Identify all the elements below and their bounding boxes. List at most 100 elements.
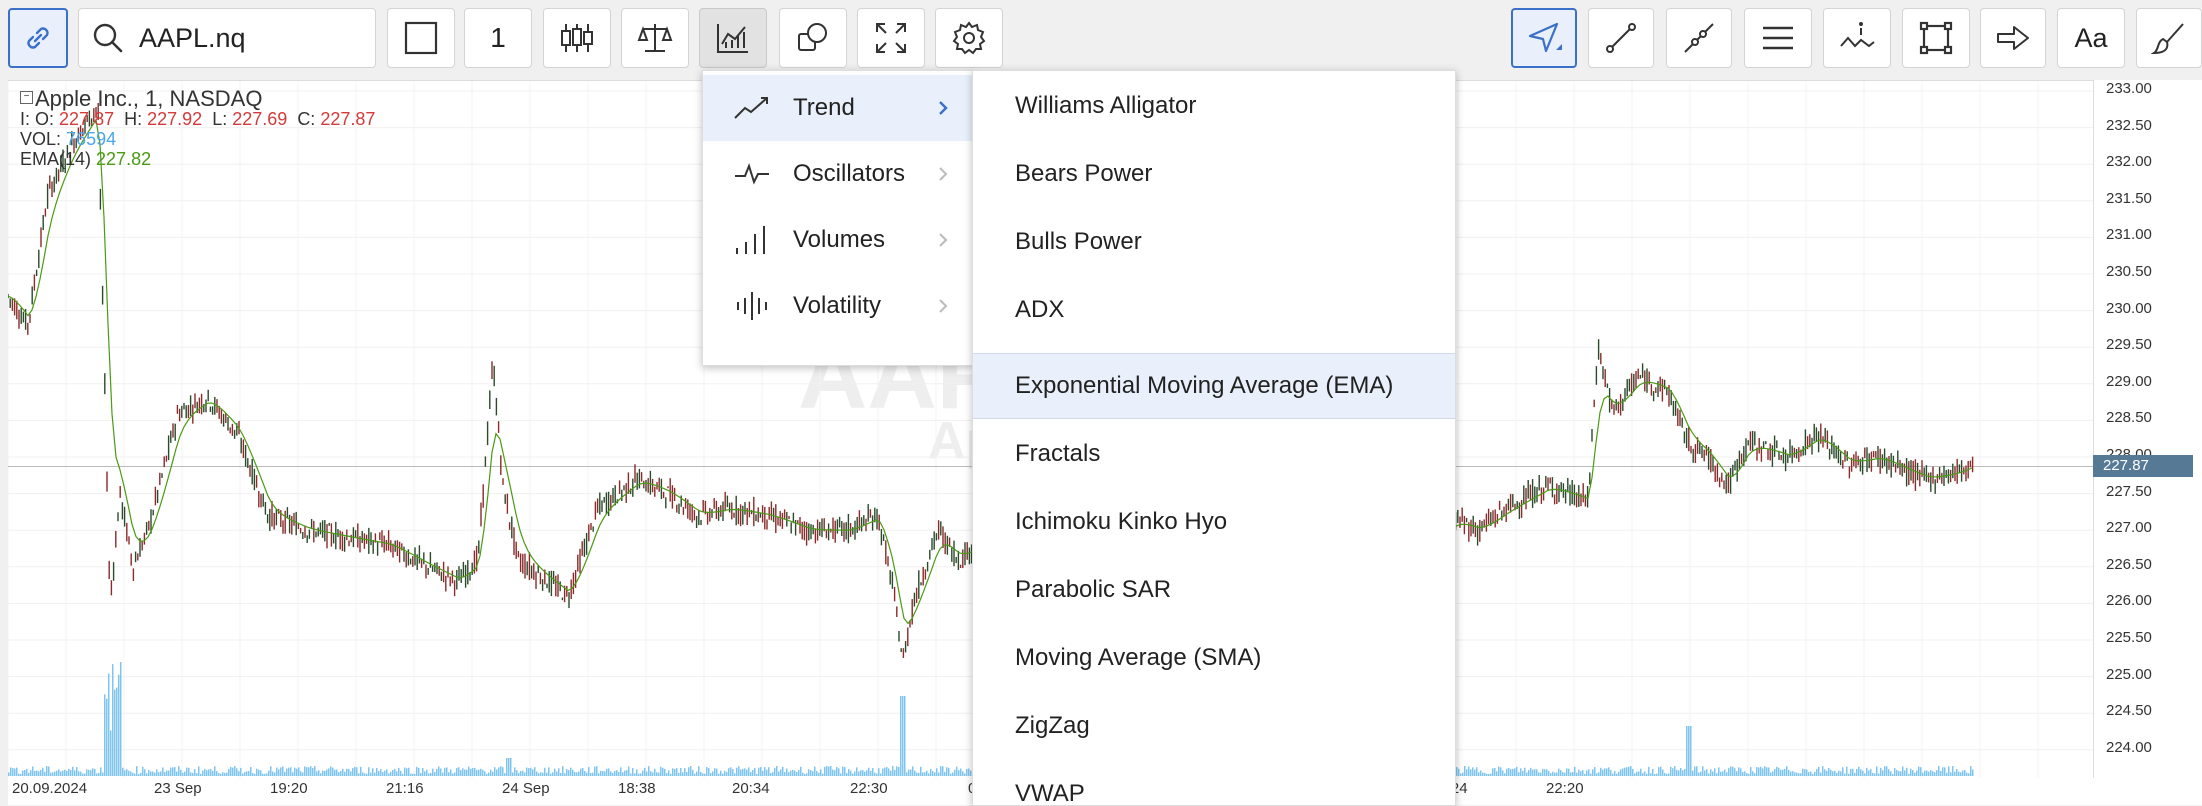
ema-label: EMA(14) bbox=[20, 149, 92, 169]
text-tool-button[interactable]: Aa bbox=[2057, 8, 2125, 68]
menu-item-williams-alligator[interactable]: Williams Alligator bbox=[973, 73, 1455, 139]
legend-collapse-button[interactable]: − bbox=[20, 91, 33, 104]
menu-category-trend[interactable]: Trend bbox=[703, 75, 973, 141]
time-tick: 21:16 bbox=[386, 780, 424, 797]
menu-item-ichimoku[interactable]: Ichimoku Kinko Hyo bbox=[973, 489, 1455, 555]
volume-bar bbox=[150, 771, 152, 776]
volume-bar bbox=[152, 771, 154, 776]
volume-icon bbox=[736, 226, 765, 254]
volume-bar bbox=[568, 770, 570, 776]
volume-bar bbox=[292, 772, 294, 776]
last-price-tag: 227.87 bbox=[2093, 454, 2193, 477]
candlestick-icon bbox=[561, 24, 593, 52]
volume-bar bbox=[820, 769, 822, 776]
volume-bar bbox=[1544, 769, 1546, 776]
menu-item-parabolic-sar[interactable]: Parabolic SAR bbox=[973, 557, 1455, 623]
volume-bar bbox=[1592, 769, 1594, 776]
volume-bar bbox=[518, 772, 520, 776]
volume-bar bbox=[586, 772, 588, 776]
volume-bar bbox=[1796, 772, 1798, 776]
price-tick: 233.00 bbox=[2106, 80, 2152, 97]
volume-bar bbox=[126, 769, 128, 776]
menu-category-volumes[interactable]: Volumes bbox=[703, 207, 973, 273]
menu-item-ema[interactable]: Exponential Moving Average (EMA) bbox=[973, 353, 1455, 419]
volume-bar bbox=[606, 768, 608, 776]
menu-category-oscillators[interactable]: Oscillators bbox=[703, 141, 973, 207]
volume-bar bbox=[1568, 768, 1570, 776]
volume-bar bbox=[56, 770, 58, 776]
shapes-button[interactable] bbox=[779, 8, 847, 68]
time-tick: 20:34 bbox=[732, 780, 770, 797]
symbol-search-input[interactable]: AAPL.nq bbox=[78, 8, 376, 68]
volume-bar bbox=[686, 772, 688, 776]
menu-item-bulls-power[interactable]: Bulls Power bbox=[973, 209, 1455, 275]
link-button[interactable] bbox=[8, 8, 68, 68]
horizontal-lines-tool-button[interactable] bbox=[1744, 8, 1812, 68]
trendline-tool-button[interactable] bbox=[1588, 8, 1654, 68]
volume-bar bbox=[874, 772, 876, 776]
volume-bar bbox=[734, 773, 736, 776]
volume-bar bbox=[648, 766, 650, 776]
volume-bar bbox=[594, 766, 596, 776]
volume-bar bbox=[498, 767, 500, 776]
volume-bar bbox=[1518, 772, 1520, 776]
volume-bar bbox=[1932, 771, 1934, 776]
volume-bar bbox=[332, 767, 334, 776]
menu-item-adx[interactable]: ADX bbox=[973, 277, 1455, 343]
volume-bar bbox=[1532, 769, 1534, 776]
volume-bar bbox=[54, 771, 56, 776]
annotation-tool-button[interactable] bbox=[1823, 8, 1891, 68]
volume-bar bbox=[840, 773, 842, 776]
volume-bar bbox=[160, 771, 162, 776]
cursor-tool-button[interactable] bbox=[1511, 8, 1577, 68]
compare-button[interactable] bbox=[621, 8, 689, 68]
volume-bar bbox=[1726, 772, 1728, 776]
volume-bar bbox=[1490, 773, 1492, 776]
volume-bar bbox=[522, 770, 524, 776]
chart-style-button[interactable] bbox=[387, 8, 455, 68]
volume-bar bbox=[584, 771, 586, 776]
volume-bar bbox=[312, 767, 314, 776]
settings-button[interactable] bbox=[935, 8, 1003, 68]
volume-bar bbox=[1784, 768, 1786, 776]
brush-tool-button[interactable] bbox=[2136, 8, 2202, 68]
volume-bar bbox=[1576, 772, 1578, 776]
volume-bar bbox=[954, 769, 956, 776]
rectangle-tool-button[interactable] bbox=[1902, 8, 1970, 68]
volume-bar bbox=[722, 773, 724, 776]
volume-bar bbox=[664, 768, 666, 776]
volume-bar bbox=[1680, 767, 1682, 776]
volume-bar bbox=[108, 673, 110, 776]
menu-category-volatility[interactable]: Volatility bbox=[703, 273, 973, 339]
volume-bar bbox=[772, 772, 774, 776]
polyline-tool-button[interactable] bbox=[1666, 8, 1732, 68]
menu-item-bears-power[interactable]: Bears Power bbox=[973, 141, 1455, 207]
menu-item-zigzag[interactable]: ZigZag bbox=[973, 693, 1455, 759]
volume-bar bbox=[816, 771, 818, 776]
volume-bar bbox=[232, 767, 234, 776]
volume-bar bbox=[24, 770, 26, 776]
price-axis[interactable]: 233.00 232.50 232.00 231.50 231.00 230.50 230.… bbox=[2093, 80, 2202, 778]
volume-bar bbox=[1828, 767, 1830, 776]
volume-bar bbox=[836, 767, 838, 776]
volume-bar bbox=[560, 772, 562, 776]
volume-bar bbox=[410, 773, 412, 776]
volume-bar bbox=[132, 772, 134, 776]
volume-bar bbox=[592, 772, 594, 776]
volume-bar bbox=[616, 770, 618, 776]
candles-button[interactable] bbox=[543, 8, 611, 68]
menu-item-fractals[interactable]: Fractals bbox=[973, 421, 1455, 487]
indicators-button[interactable] bbox=[699, 8, 767, 68]
menu-item-sma[interactable]: Moving Average (SMA) bbox=[973, 625, 1455, 691]
menu-item-vwap[interactable]: VWAP bbox=[973, 761, 1455, 805]
arrow-tool-button[interactable] bbox=[1980, 8, 2046, 68]
interval-button[interactable]: 1 bbox=[464, 8, 532, 68]
volume-bar bbox=[1470, 769, 1472, 776]
volume-bar bbox=[98, 772, 100, 776]
volume-bar bbox=[908, 769, 910, 776]
volume-bar bbox=[1888, 769, 1890, 776]
fullscreen-button[interactable] bbox=[857, 8, 925, 68]
volume-bar bbox=[748, 767, 750, 776]
volume-bar bbox=[1764, 766, 1766, 776]
volume-bar bbox=[504, 773, 506, 776]
